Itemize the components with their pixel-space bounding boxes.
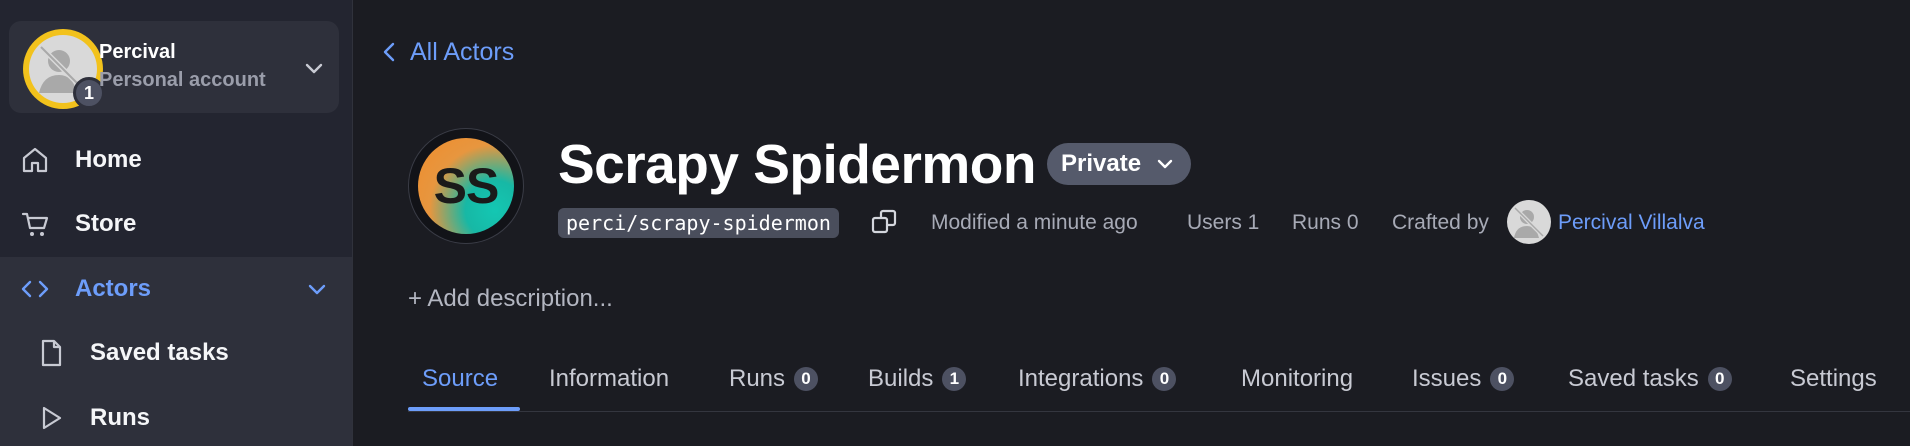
code-icon bbox=[21, 280, 49, 298]
tab-label: Saved tasks bbox=[1568, 364, 1699, 392]
sidebar-item-label: Actors bbox=[75, 275, 152, 302]
modified-time: Modified a minute ago bbox=[931, 211, 1138, 234]
chevron-left-icon bbox=[383, 42, 395, 62]
back-to-all-actors-link[interactable]: All Actors bbox=[382, 36, 514, 68]
tab-label: Monitoring bbox=[1241, 364, 1354, 392]
sidebar-item-actors[interactable]: Actors bbox=[0, 257, 352, 321]
sidebar-item-label: Saved tasks bbox=[90, 339, 229, 366]
tab-integrations[interactable]: Integrations 0 bbox=[1018, 345, 1177, 412]
tab-runs[interactable]: Runs 0 bbox=[729, 345, 819, 412]
actor-logo: SS bbox=[408, 128, 524, 244]
chevron-down-icon[interactable] bbox=[303, 57, 325, 79]
sidebar-item-saved-tasks[interactable]: Saved tasks bbox=[0, 321, 352, 385]
tab-source[interactable]: Source bbox=[422, 345, 498, 412]
tab-count-badge: 0 bbox=[794, 366, 819, 391]
account-switcher[interactable]: 1 Percival Personal account bbox=[9, 21, 339, 113]
visibility-label: Private bbox=[1061, 150, 1142, 177]
tab-monitoring[interactable]: Monitoring bbox=[1241, 345, 1353, 412]
sidebar-item-label: Runs bbox=[90, 404, 150, 431]
back-link-label: All Actors bbox=[410, 37, 515, 66]
tab-label: Integrations bbox=[1018, 364, 1144, 392]
author-link[interactable]: Percival Villalva bbox=[1558, 208, 1705, 238]
author-avatar[interactable] bbox=[1507, 200, 1551, 244]
chevron-down-icon bbox=[1157, 159, 1173, 169]
tab-bar: Source Information Runs 0 Builds 1 Integ… bbox=[408, 345, 1910, 412]
user-placeholder-icon bbox=[1513, 206, 1545, 238]
cart-icon bbox=[21, 212, 49, 236]
active-tab-indicator bbox=[408, 407, 520, 411]
runs-count: Runs 0 bbox=[1292, 211, 1359, 234]
tab-count-badge: 0 bbox=[1152, 366, 1177, 391]
document-icon bbox=[41, 339, 62, 367]
sidebar-item-store[interactable]: Store bbox=[0, 192, 352, 256]
page-title: Scrapy Spidermon bbox=[558, 133, 1036, 195]
tab-saved-tasks[interactable]: Saved tasks 0 bbox=[1568, 345, 1732, 412]
chevron-down-icon[interactable] bbox=[306, 278, 328, 300]
home-icon bbox=[22, 147, 48, 173]
tab-issues[interactable]: Issues 0 bbox=[1412, 345, 1515, 412]
actor-slug: perci/scrapy-spidermon bbox=[558, 208, 839, 238]
actor-logo-initials: SS bbox=[418, 138, 514, 234]
tab-label: Information bbox=[549, 364, 670, 392]
tab-label: Settings bbox=[1790, 364, 1877, 392]
sidebar-item-runs[interactable]: Runs bbox=[0, 386, 352, 446]
users-count: Users 1 bbox=[1187, 211, 1260, 234]
account-type: Personal account bbox=[99, 69, 266, 91]
sidebar-item-home[interactable]: Home bbox=[0, 128, 352, 192]
tab-label: Source bbox=[422, 364, 499, 392]
tab-builds[interactable]: Builds 1 bbox=[868, 345, 967, 412]
crafted-by-label: Crafted by bbox=[1392, 211, 1489, 234]
sidebar-item-label: Home bbox=[75, 146, 142, 173]
tab-information[interactable]: Information bbox=[549, 345, 669, 412]
sidebar: 1 Percival Personal account Home Store A… bbox=[0, 0, 353, 446]
visibility-dropdown[interactable]: Private bbox=[1047, 143, 1191, 185]
tab-label: Runs bbox=[729, 364, 786, 392]
copy-icon[interactable] bbox=[870, 208, 898, 236]
tab-settings[interactable]: Settings bbox=[1790, 345, 1877, 412]
add-description-button[interactable]: + Add description... bbox=[408, 285, 613, 313]
play-icon bbox=[42, 406, 62, 430]
tab-count-badge: 0 bbox=[1490, 366, 1515, 391]
sidebar-item-label: Store bbox=[75, 210, 137, 237]
tab-label: Issues bbox=[1412, 364, 1482, 392]
tab-count-badge: 1 bbox=[942, 366, 967, 391]
tab-label: Builds bbox=[868, 364, 934, 392]
account-name: Percival bbox=[99, 41, 176, 63]
tab-count-badge: 0 bbox=[1707, 366, 1732, 391]
